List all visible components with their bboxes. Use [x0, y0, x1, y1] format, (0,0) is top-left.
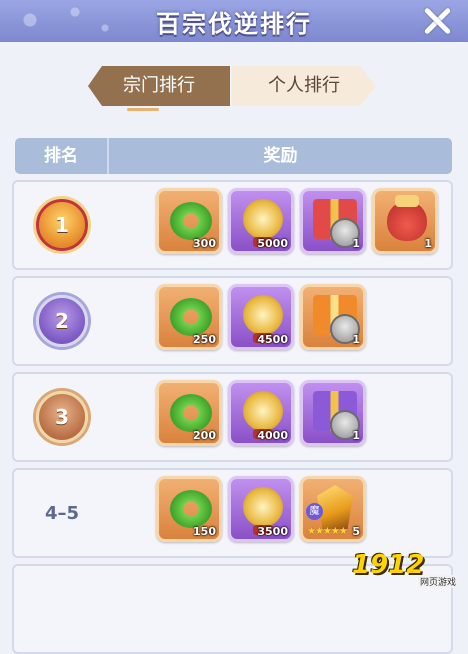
reward-quantity: 5 [352, 525, 360, 538]
header-rank: 排名 [44, 146, 78, 166]
reward-quantity: 300 [193, 237, 216, 250]
jade-ring-icon [170, 202, 212, 240]
silver-medal-icon: 2 [36, 295, 88, 347]
rank-number: 2 [55, 309, 69, 333]
reward-quantity: 4500 [257, 333, 288, 346]
star-rating-icon: ★★★★★ [307, 526, 348, 537]
bronze-medal-icon: 3 [36, 391, 88, 443]
reward-item[interactable]: 4500 [228, 284, 294, 350]
table-header: 排名 奖励 [15, 138, 452, 174]
rank-range: 4–5 [44, 502, 80, 524]
jade-ring-icon [170, 298, 212, 336]
table-row: 1 300 5000 1 1 [12, 180, 453, 270]
reward-item[interactable]: 4000 [228, 380, 294, 446]
rank-cell: 4–5 [14, 470, 110, 556]
rank-cell: 3 [14, 374, 110, 460]
gold-medal-icon: 1 [36, 199, 88, 251]
gold-coin-icon [243, 295, 283, 343]
rank-cell: 1 [14, 182, 110, 268]
reward-item[interactable]: 150 [156, 476, 222, 542]
watermark-logo: 1912 网页游戏 [352, 548, 468, 588]
tab-sect-ranking[interactable]: 宗门排行 [88, 66, 230, 106]
reward-list: 250 4500 1 [156, 284, 366, 356]
rank-number: 1 [55, 213, 69, 237]
gold-coin-icon [243, 391, 283, 439]
jade-ring-icon [170, 394, 212, 432]
reward-item[interactable]: 1 [300, 380, 366, 446]
gold-coin-icon [243, 199, 283, 247]
reward-item[interactable]: 1 [300, 284, 366, 350]
reward-item[interactable]: 200 [156, 380, 222, 446]
gold-coin-icon [243, 487, 283, 535]
reward-list: 300 5000 1 1 [156, 188, 438, 260]
reward-quantity: 3500 [257, 525, 288, 538]
rank-cell: 2 [14, 278, 110, 364]
table-row: 2 250 4500 1 [12, 276, 453, 366]
reward-quantity: 200 [193, 429, 216, 442]
title-bar: 百宗伐逆排行 [0, 0, 468, 42]
tab-personal-ranking[interactable]: 个人排行 [232, 66, 376, 106]
reward-quantity: 1 [352, 333, 360, 346]
reward-quantity: 1 [424, 237, 432, 250]
reward-quantity: 250 [193, 333, 216, 346]
reward-quantity: 150 [193, 525, 216, 538]
reward-list: 150 3500 魔 ★★★★★ 5 [156, 476, 366, 548]
reward-quantity: 1 [352, 237, 360, 250]
table-row: 3 200 4000 1 [12, 372, 453, 462]
lucky-pouch-icon [387, 195, 427, 241]
reward-quantity: 5000 [257, 237, 288, 250]
watermark-subtext: 网页游戏 [418, 575, 459, 588]
table-row: 4–5 150 3500 魔 ★★★★★ 5 [12, 468, 453, 558]
reward-item[interactable]: 250 [156, 284, 222, 350]
reward-item[interactable]: 5000 [228, 188, 294, 254]
tab-indicator [127, 108, 159, 111]
reward-item[interactable]: 300 [156, 188, 222, 254]
jade-ring-icon [170, 490, 212, 528]
reward-item[interactable]: 魔 ★★★★★ 5 [300, 476, 366, 542]
shard-icon [317, 485, 353, 529]
reward-item[interactable]: 1 [372, 188, 438, 254]
reward-list: 200 4000 1 [156, 380, 366, 452]
reward-item[interactable]: 3500 [228, 476, 294, 542]
close-icon[interactable] [420, 4, 454, 38]
tab-bar: 宗门排行 个人排行 [88, 66, 376, 106]
window-title: 百宗伐逆排行 [156, 10, 312, 38]
reward-quantity: 4000 [257, 429, 288, 442]
reward-item[interactable]: 1 [300, 188, 366, 254]
magic-badge: 魔 [306, 503, 323, 520]
header-rewards: 奖励 [263, 146, 298, 166]
watermark-number: 1912 [352, 550, 425, 580]
reward-quantity: 1 [352, 429, 360, 442]
rank-number: 3 [55, 405, 69, 429]
